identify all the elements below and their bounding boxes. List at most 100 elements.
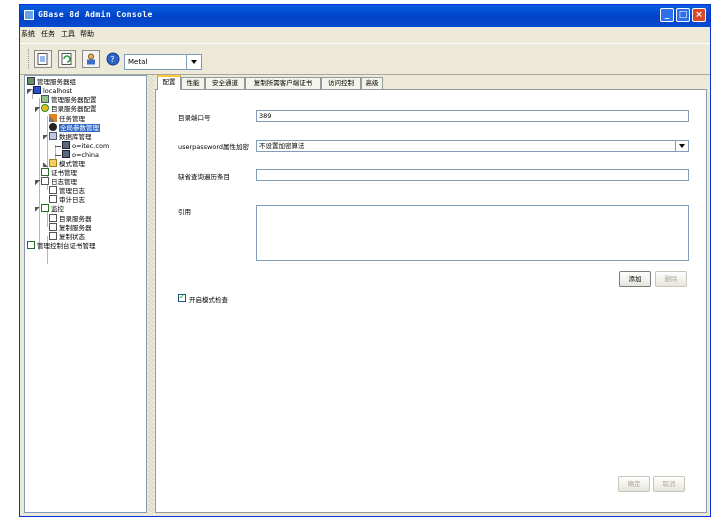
- database-icon: [62, 150, 70, 158]
- chevron-down-icon[interactable]: [186, 55, 201, 69]
- tree-node-console-cert[interactable]: 管理控制台证书管理: [27, 241, 96, 251]
- server-group-icon: [27, 77, 35, 85]
- db-connector-icon: [55, 155, 61, 158]
- tree-label: o=china: [72, 151, 100, 159]
- add-button[interactable]: 添加: [619, 271, 651, 287]
- schema-check-checkbox[interactable]: [178, 292, 186, 302]
- log-icon: [41, 177, 49, 185]
- tree-label: o=itec.com: [72, 142, 110, 150]
- db-connector-icon: [55, 146, 61, 149]
- tab-repl-client-cert[interactable]: 复制所需客户端证书: [245, 77, 321, 89]
- tab-secure-channel[interactable]: 安全通道: [205, 77, 245, 89]
- tree-node-monitor[interactable]: 监控: [35, 204, 64, 214]
- tab-content: 目录端口号 389 userpassword属性加密 不设置加密算法 缺省查询遍…: [155, 89, 707, 513]
- tools-icon: [49, 114, 57, 122]
- log-file-icon: [49, 186, 57, 194]
- tree-label: 模式管理: [59, 160, 85, 168]
- maximize-button[interactable]: □: [676, 8, 690, 22]
- menu-tools[interactable]: 工具: [61, 29, 75, 39]
- port-label: 目录端口号: [178, 114, 211, 122]
- toolbar: ? Metal: [20, 43, 710, 75]
- app-window: GBase 8d Admin Console _ □ × 系统 任务 工具 帮助…: [19, 4, 711, 517]
- expand-handle-icon[interactable]: [27, 89, 32, 94]
- password-encryption-select[interactable]: 不设置加密算法: [256, 140, 689, 152]
- expand-handle-icon[interactable]: [35, 107, 40, 112]
- tab-bar: 配置 性能 安全通道 复制所需客户端证书 访问控制 高级: [155, 75, 707, 90]
- svg-text:?: ?: [110, 55, 114, 64]
- port-input[interactable]: 389: [256, 110, 689, 122]
- users-icon: [87, 53, 95, 65]
- tree-node-dir-config[interactable]: 目录服务器配置: [35, 104, 97, 114]
- expand-handle-icon[interactable]: [35, 180, 40, 185]
- tree-label: 目录服务器: [59, 215, 92, 223]
- tree-label: 管理控制台证书管理: [37, 242, 96, 250]
- tree-label: 管理服务器组: [37, 78, 76, 86]
- password-encryption-value: 不设置加密算法: [259, 142, 305, 150]
- tree-label: 日志管理: [51, 178, 77, 186]
- tree-label: 目录服务器配置: [51, 105, 97, 113]
- refresh-icon: [61, 53, 72, 65]
- tree-label: 管理日志: [59, 187, 85, 195]
- title-bar[interactable]: GBase 8d Admin Console _ □ ×: [20, 5, 710, 27]
- menu-bar: 系统 任务 工具 帮助: [20, 27, 710, 41]
- tab-advanced[interactable]: 高级: [361, 77, 383, 89]
- tab-access-control[interactable]: 访问控制: [321, 77, 361, 89]
- look-and-feel-select[interactable]: Metal: [124, 54, 202, 70]
- server-icon: [49, 223, 57, 231]
- referral-label: 引用: [178, 208, 191, 216]
- chevron-down-icon[interactable]: [675, 141, 688, 151]
- status-icon: [49, 232, 57, 240]
- document-icon: [37, 53, 48, 65]
- schema-check-label[interactable]: 开启模式检查: [189, 294, 228, 304]
- navigation-tree[interactable]: 管理服务器组 localhost 管理服务器配置 目录服务器配置 任务管理 全局…: [24, 75, 147, 513]
- expand-handle-icon[interactable]: [43, 135, 48, 140]
- certificate-icon: [41, 168, 49, 176]
- ok-button[interactable]: 确定: [618, 476, 650, 492]
- database-icon: [62, 141, 70, 149]
- config-panel: 配置 性能 安全通道 复制所需客户端证书 访问控制 高级 目录端口号 389 u…: [155, 75, 707, 513]
- lookthrough-label: 缺省查询遍历条目: [178, 173, 230, 181]
- tree-label: 证书管理: [51, 169, 77, 177]
- users-button[interactable]: [82, 50, 100, 68]
- help-button[interactable]: ?: [104, 50, 122, 68]
- monitor-icon: [41, 204, 49, 212]
- window-title: GBase 8d Admin Console: [38, 10, 153, 19]
- cancel-button[interactable]: 取消: [653, 476, 685, 492]
- tree-label: 审计日志: [59, 196, 85, 204]
- menu-task[interactable]: 任务: [41, 29, 55, 39]
- toolbar-grip[interactable]: [28, 49, 31, 69]
- open-document-button[interactable]: [34, 50, 52, 68]
- app-icon: [24, 10, 34, 20]
- expand-handle-icon[interactable]: [35, 207, 40, 212]
- split-pane-divider[interactable]: [148, 75, 154, 513]
- certificate-icon: [27, 241, 35, 249]
- minimize-button[interactable]: _: [660, 8, 674, 22]
- menu-system[interactable]: 系统: [21, 29, 35, 39]
- server-icon: [49, 214, 57, 222]
- referral-textarea[interactable]: [256, 205, 689, 261]
- computer-icon: [33, 86, 41, 94]
- lookthrough-input[interactable]: [256, 169, 689, 181]
- globe-icon: [49, 123, 57, 131]
- tree-label: 管理服务器配置: [51, 96, 97, 104]
- log-file-icon: [49, 195, 57, 203]
- expand-handle-icon[interactable]: [43, 162, 48, 167]
- tree-label: 数据库管理: [59, 133, 92, 141]
- tree-label: 监控: [51, 205, 64, 213]
- look-and-feel-value: Metal: [128, 58, 148, 66]
- tree-label: 复制服务器: [59, 224, 92, 232]
- delete-button[interactable]: 删除: [655, 271, 687, 287]
- tree-label: localhost: [43, 87, 73, 95]
- admin-server-icon: [41, 95, 49, 103]
- main-content: 管理服务器组 localhost 管理服务器配置 目录服务器配置 任务管理 全局…: [24, 75, 707, 513]
- tree-label: 任务管理: [59, 115, 85, 123]
- menu-help[interactable]: 帮助: [80, 29, 94, 39]
- tab-config[interactable]: 配置: [157, 75, 181, 90]
- tree-label: 全局参数管理: [59, 124, 100, 132]
- refresh-button[interactable]: [58, 50, 76, 68]
- tree-label: 复制状态: [59, 233, 85, 241]
- tab-performance[interactable]: 性能: [181, 77, 205, 89]
- close-button[interactable]: ×: [692, 8, 706, 22]
- folder-icon: [49, 159, 57, 167]
- dir-server-icon: [41, 104, 49, 112]
